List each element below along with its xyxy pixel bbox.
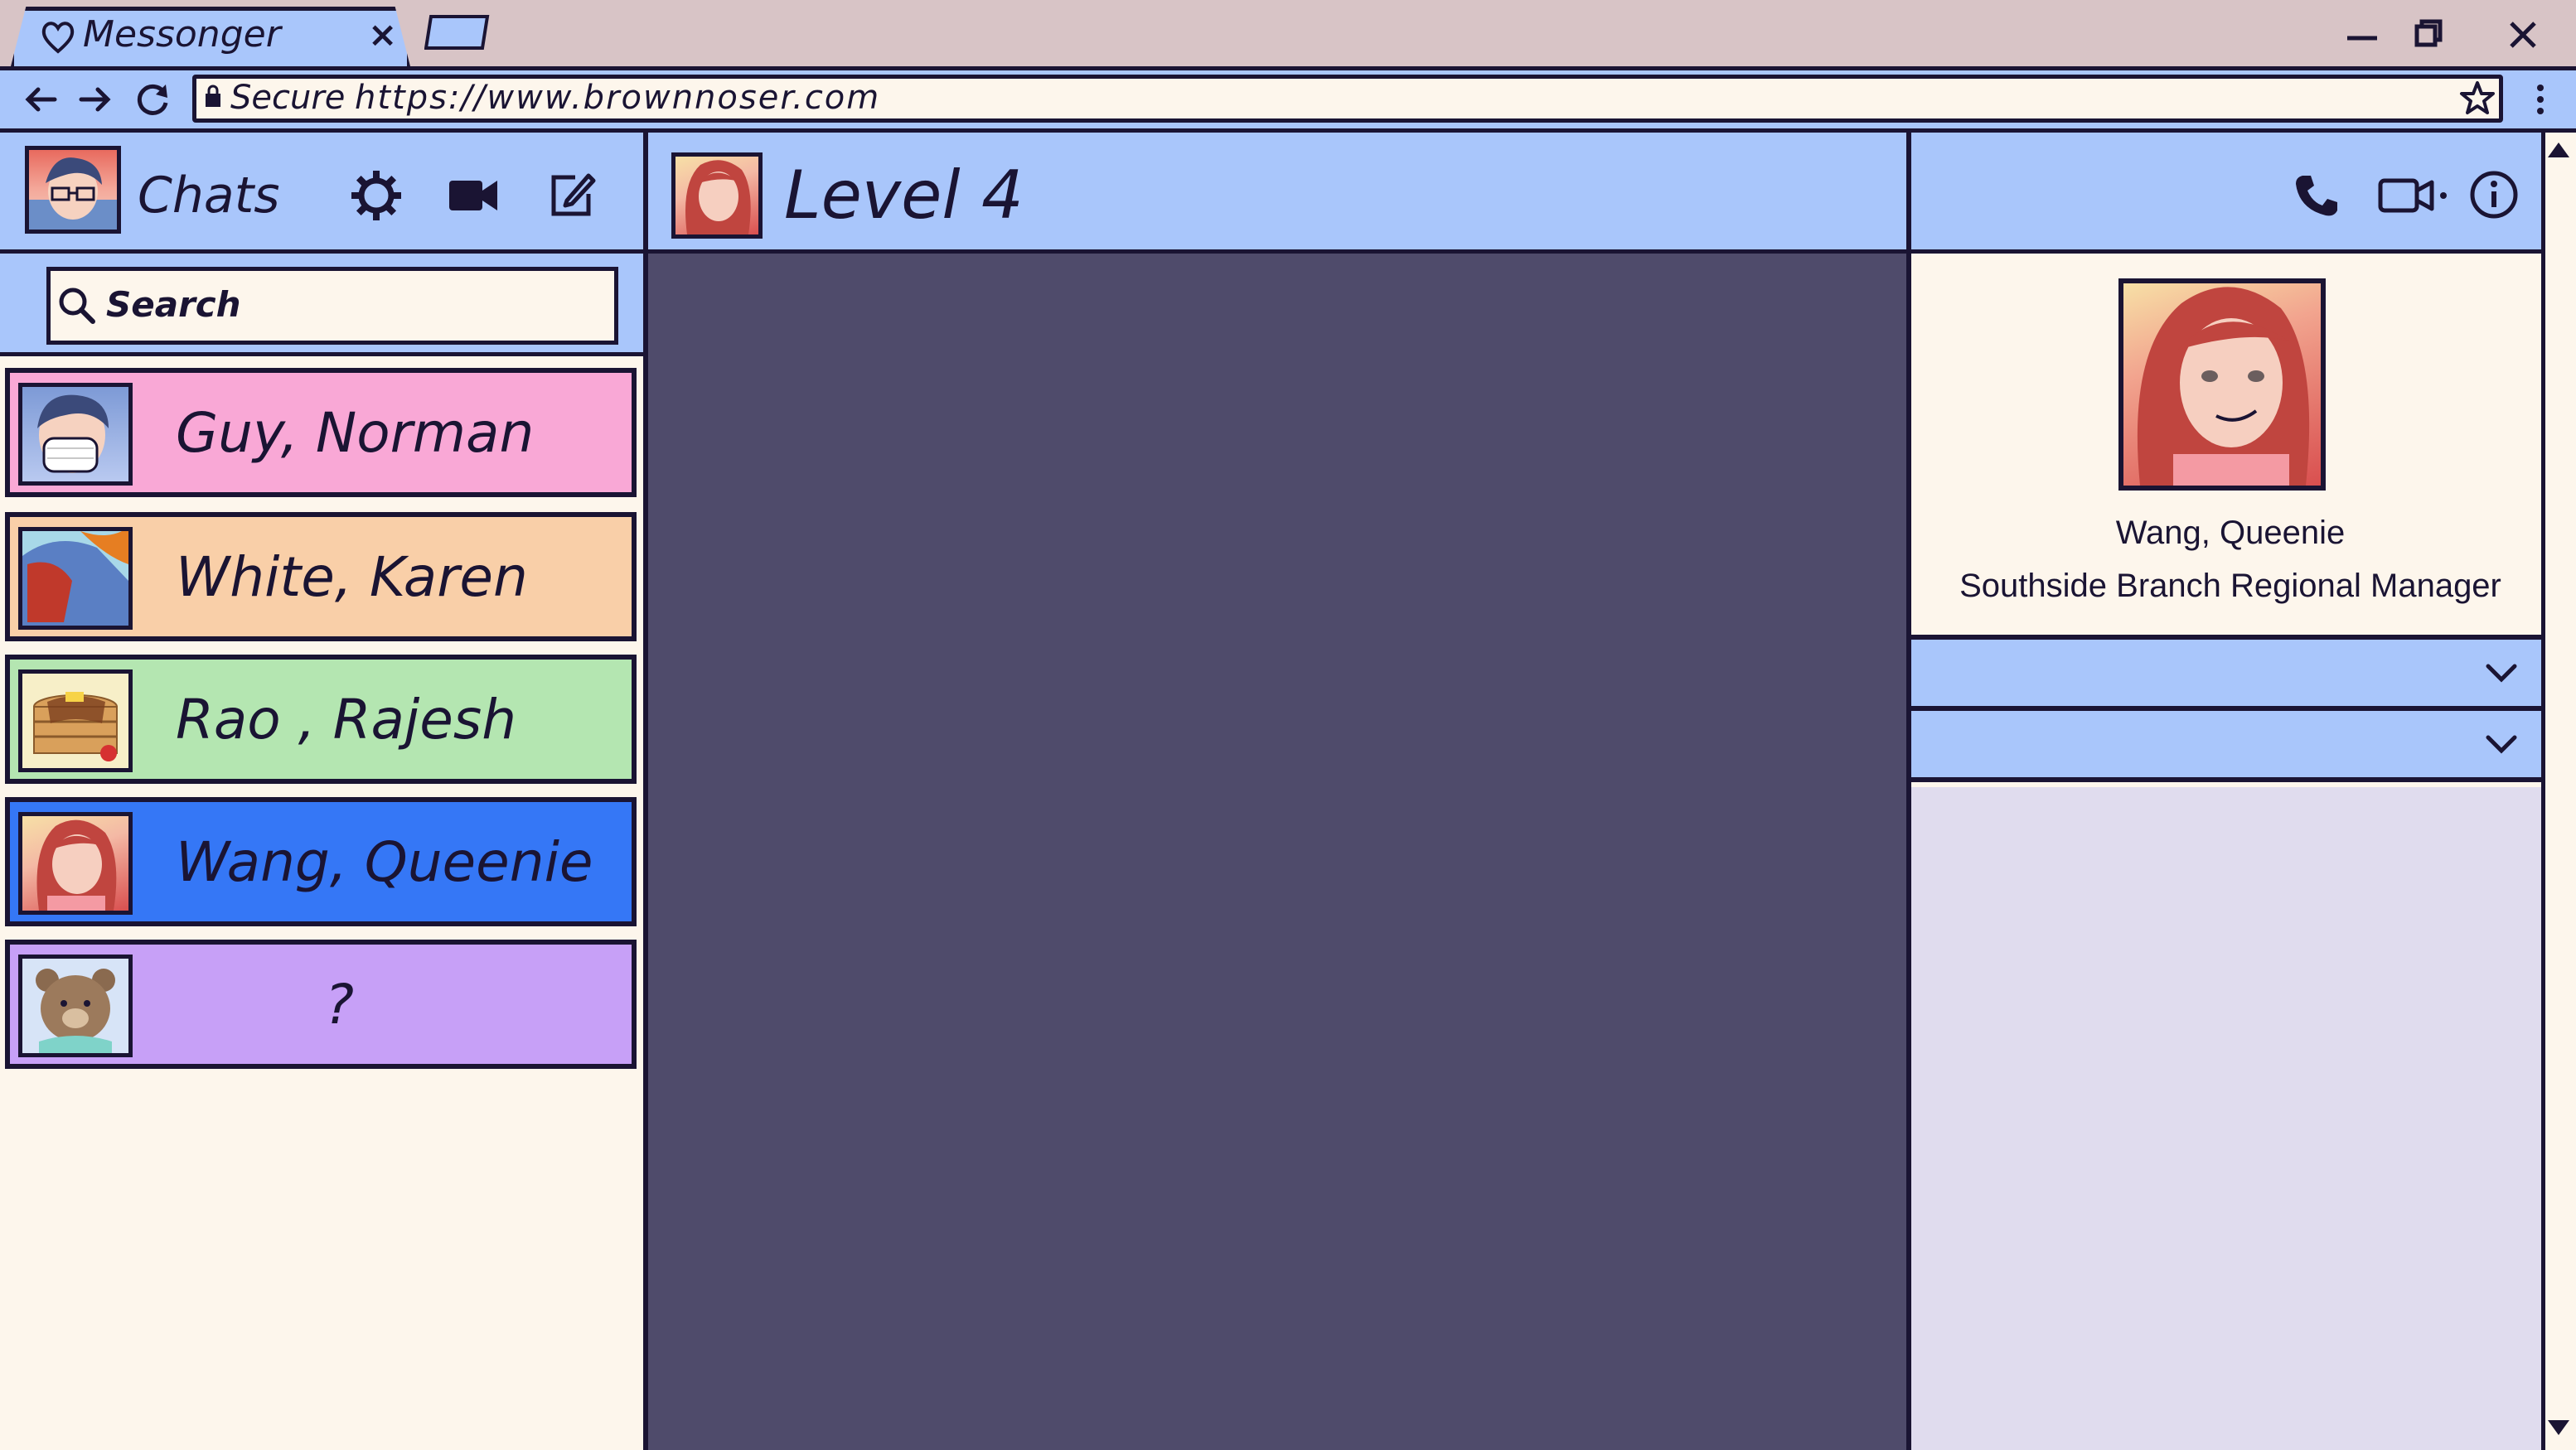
my-avatar[interactable] xyxy=(25,146,121,234)
video-call-icon[interactable] xyxy=(2377,172,2452,219)
contact-name: Guy, Norman xyxy=(176,400,535,465)
details-header xyxy=(1911,133,2549,254)
lock-icon xyxy=(206,85,220,107)
chat-avatar[interactable] xyxy=(671,152,763,239)
close-window-icon[interactable] xyxy=(2498,10,2548,60)
profile-name: Wang, Queenie xyxy=(2115,515,2346,551)
details-section-1[interactable] xyxy=(1911,640,2549,711)
reload-icon[interactable] xyxy=(129,76,176,123)
forward-arrow-icon[interactable] xyxy=(71,76,118,123)
contact-white-karen[interactable]: White, Karen xyxy=(5,512,637,641)
bookmark-star-icon[interactable] xyxy=(2458,80,2496,118)
chat-message-area[interactable] xyxy=(648,254,1910,1450)
chat-title: Level 4 xyxy=(784,157,1024,234)
scroll-down-arrow-icon[interactable] xyxy=(2545,1414,2573,1442)
heart-icon xyxy=(41,22,75,54)
scroll-up-arrow-icon[interactable] xyxy=(2545,136,2573,164)
contact-name: White, Karen xyxy=(176,544,528,609)
details-section-2[interactable] xyxy=(1911,711,2549,782)
scrollbar[interactable] xyxy=(2541,133,2576,1450)
contact-guy-norman[interactable]: Guy, Norman xyxy=(5,368,637,497)
minimize-icon[interactable] xyxy=(2337,10,2387,60)
contact-name: ? xyxy=(325,972,355,1037)
search-icon xyxy=(59,288,95,324)
restore-icon[interactable] xyxy=(2404,10,2453,60)
chats-title: Chats xyxy=(138,167,280,225)
contact-rao-rajesh[interactable]: Rao , Rajesh xyxy=(5,655,637,784)
contact-avatar xyxy=(18,669,133,772)
tab-title: Messonger xyxy=(83,13,281,56)
compose-icon[interactable] xyxy=(547,169,598,220)
video-call-icon[interactable] xyxy=(446,172,501,219)
browser-menu-icon[interactable] xyxy=(2528,76,2553,123)
contact-avatar xyxy=(18,527,133,630)
contact-unknown[interactable]: ? xyxy=(5,940,637,1069)
gear-icon[interactable] xyxy=(346,166,406,225)
new-tab-button[interactable] xyxy=(424,13,491,51)
tab-close-button[interactable]: × xyxy=(368,12,397,58)
contact-name: Wang, Queenie xyxy=(176,829,593,894)
phone-icon[interactable] xyxy=(2291,171,2341,220)
info-icon[interactable] xyxy=(2468,169,2520,220)
chevron-down-icon xyxy=(2486,664,2517,683)
contact-list-empty-space xyxy=(0,1077,646,1450)
contact-avatar xyxy=(18,812,133,915)
contact-avatar xyxy=(18,955,133,1057)
details-empty-space xyxy=(1911,787,2549,1450)
chevron-down-icon xyxy=(2486,735,2517,754)
contact-wang-queenie[interactable]: Wang, Queenie xyxy=(5,797,637,926)
back-arrow-icon[interactable] xyxy=(18,76,65,123)
profile-role: Southside Branch Regional Manager xyxy=(1959,568,2501,604)
contact-name: Rao , Rajesh xyxy=(176,687,517,752)
contact-avatar xyxy=(18,383,133,486)
search-placeholder: Search xyxy=(106,284,241,325)
profile-picture[interactable] xyxy=(2118,278,2326,491)
url-text[interactable]: https://www.brownnoser.com xyxy=(355,76,880,119)
secure-label: Secure xyxy=(230,79,346,117)
